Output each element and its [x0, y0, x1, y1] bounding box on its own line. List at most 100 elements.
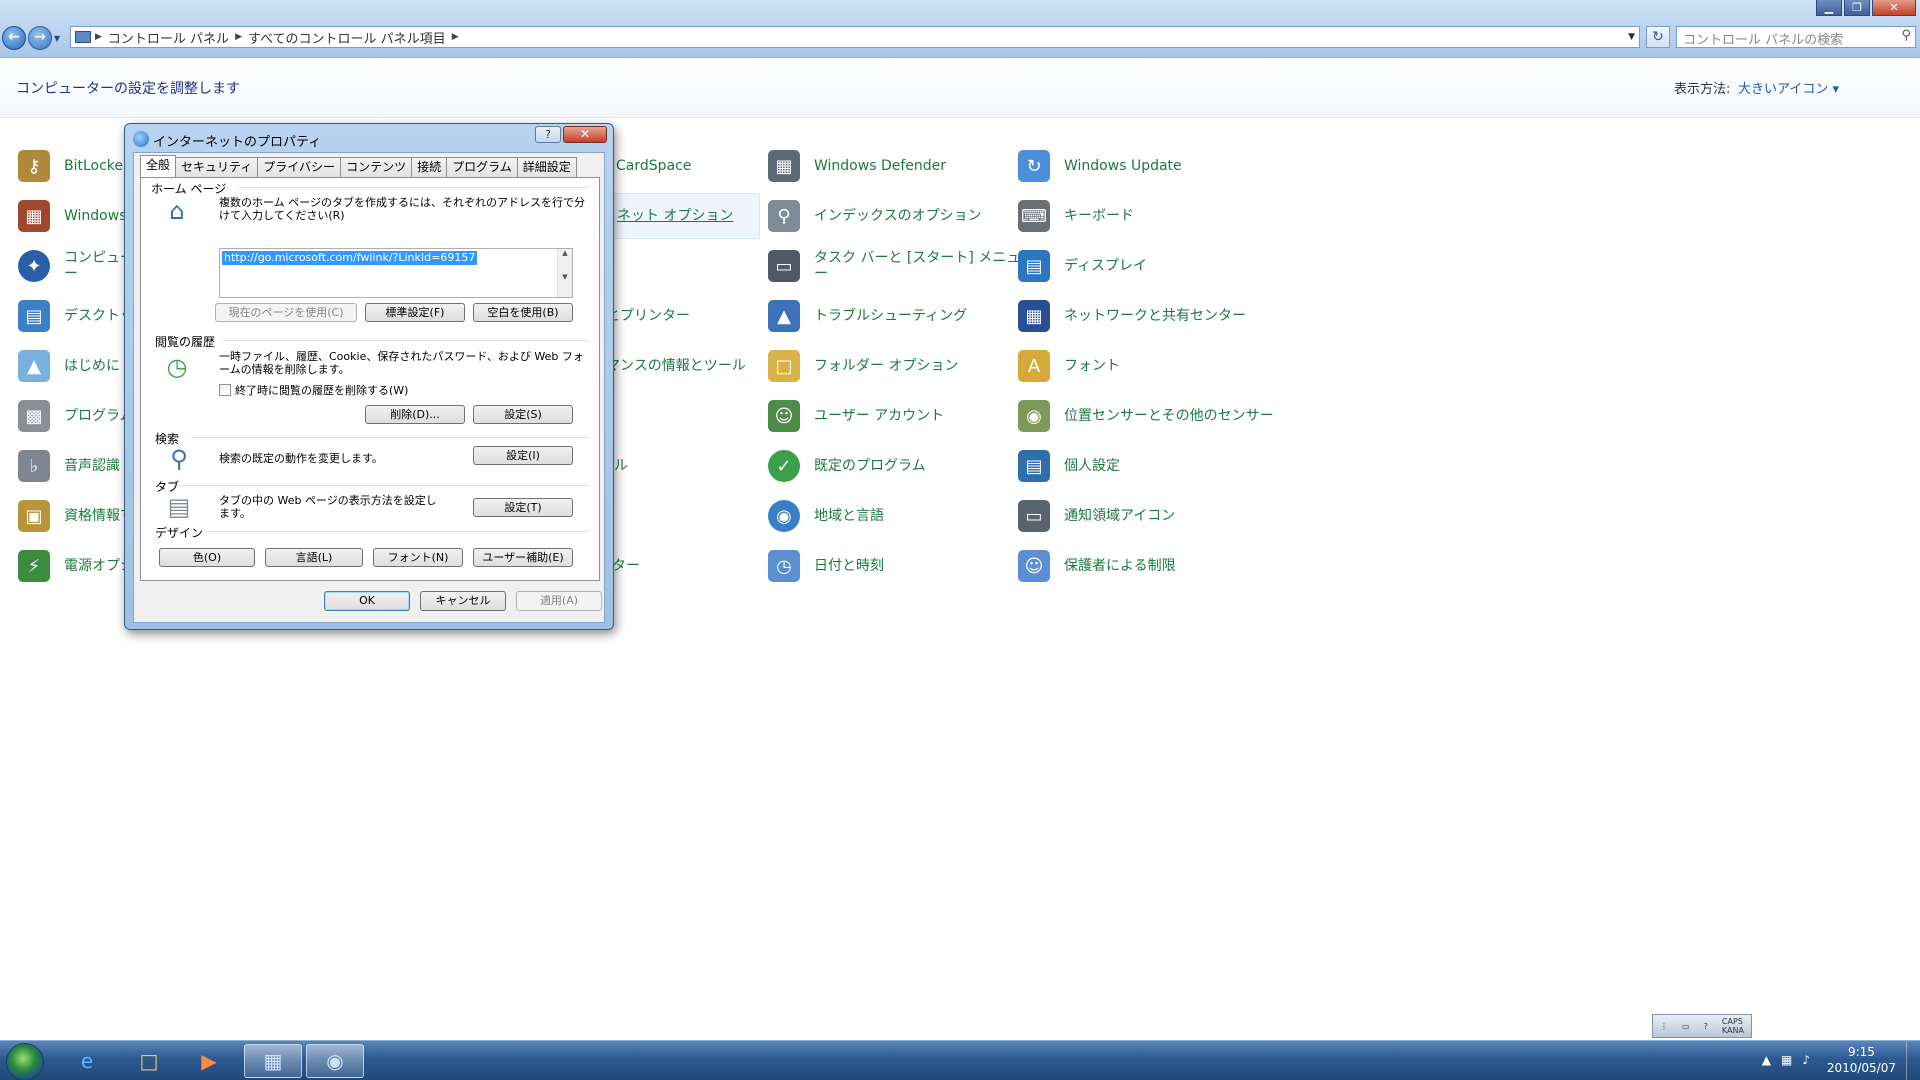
clock[interactable]: 9:15 2010/05/07 — [1827, 1044, 1896, 1076]
item-partial-ru[interactable]: ル — [614, 448, 628, 484]
breadcrumb-all-items[interactable]: すべてのコントロール パネル項目 — [248, 28, 446, 47]
internet-properties-task-icon[interactable]: ◉ — [306, 1044, 364, 1078]
item-programs[interactable]: ▩ プログラム — [18, 398, 134, 434]
item-partial-ta[interactable]: ター — [612, 548, 640, 584]
search-input[interactable]: コントロール パネルの検索 ⚲ — [1676, 26, 1916, 48]
control-panel-task-icon[interactable]: ▦ — [244, 1044, 302, 1078]
help-icon[interactable]: ? — [1704, 1022, 1708, 1031]
tab-advanced[interactable]: 詳細設定 — [516, 157, 577, 177]
ime-mode-icon[interactable]: ▭ — [1682, 1022, 1690, 1031]
breadcrumb-separator-icon[interactable]: ▶ — [452, 32, 459, 42]
breadcrumb-separator-icon[interactable]: ▶ — [95, 32, 102, 42]
cancel-button[interactable]: キャンセル — [420, 591, 506, 611]
breadcrumb-separator-icon[interactable]: ▶ — [235, 32, 242, 42]
item-folder-options[interactable]: □ フォルダー オプション — [768, 348, 958, 384]
volume-icon[interactable]: ♪ — [1802, 1053, 1810, 1067]
delete-history-button[interactable]: 削除(D)... — [365, 405, 465, 424]
tab-programs[interactable]: プログラム — [446, 157, 518, 177]
fonts-button[interactable]: フォント(N) — [373, 548, 463, 567]
history-clock-icon: ◷ — [166, 353, 188, 381]
tab-security[interactable]: セキュリティ — [175, 157, 259, 177]
item-getting-started[interactable]: ▲ はじめに — [18, 348, 120, 384]
show-desktop-button[interactable] — [1906, 1041, 1920, 1080]
internet-explorer-icon[interactable]: e — [58, 1044, 116, 1078]
show-hidden-icons-icon[interactable]: ▲ — [1762, 1053, 1771, 1067]
languages-button[interactable]: 言語(L) — [265, 548, 363, 567]
item-keyboard[interactable]: ⌨ キーボード — [1018, 198, 1134, 234]
dialog-close-button[interactable]: ✕ — [563, 126, 607, 143]
search-icon[interactable]: ⚲ — [1901, 28, 1911, 43]
item-internet-options[interactable]: ネット オプション — [600, 193, 760, 239]
address-bar[interactable]: ▶ コントロール パネル ▶ すべてのコントロール パネル項目 ▶ ▼ — [70, 26, 1640, 48]
item-action-center[interactable]: ✦ コンピュー ー — [18, 248, 134, 284]
recent-pages-chevron-icon[interactable]: ▼ — [54, 34, 60, 43]
tab-general[interactable]: 全般 — [140, 155, 177, 177]
item-label: BitLocker — [64, 158, 129, 174]
item-user-accounts[interactable]: ☺ ユーザー アカウント — [768, 398, 944, 434]
tab-content[interactable]: コンテンツ — [340, 157, 413, 177]
start-button[interactable] — [6, 1043, 44, 1080]
item-network-sharing-center[interactable]: ▦ ネットワークと共有センター — [1018, 298, 1246, 334]
apply-button[interactable]: 適用(A) — [516, 591, 602, 611]
item-windows-update[interactable]: ↻ Windows Update — [1018, 148, 1182, 184]
history-settings-button[interactable]: 設定(S) — [473, 405, 573, 424]
item-fonts[interactable]: A フォント — [1018, 348, 1120, 384]
item-default-programs[interactable]: ✓ 既定のプログラム — [768, 448, 926, 484]
item-devices-printers[interactable]: とプリンター — [606, 298, 690, 334]
maximize-button[interactable]: ❐ — [1844, 0, 1870, 16]
explorer-folder-icon[interactable]: □ — [120, 1044, 178, 1078]
tabs-settings-button[interactable]: 設定(T) — [473, 498, 573, 517]
item-bitlocker[interactable]: ⚷ BitLocker — [18, 148, 129, 184]
delete-on-exit-checkbox[interactable] — [219, 384, 231, 396]
item-parental-controls[interactable]: ☺ 保護者による制限 — [1018, 548, 1176, 584]
item-display[interactable]: ▤ ディスプレイ — [1018, 248, 1147, 284]
item-indexing-options[interactable]: ⚲ インデックスのオプション — [768, 198, 982, 234]
close-button[interactable]: ✕ — [1872, 0, 1916, 16]
item-troubleshooting[interactable]: ▲ トラブルシューティング — [768, 298, 967, 334]
tab-privacy[interactable]: プライバシー — [257, 157, 342, 177]
item-label: 地域と言語 — [814, 508, 884, 524]
ok-button[interactable]: OK — [324, 591, 410, 611]
use-current-button[interactable]: 現在のページを使用(C) — [215, 303, 357, 322]
home-page-url-field[interactable]: http://go.microsoft.com/fwlink/?LinkId=6… — [219, 248, 573, 298]
refresh-button[interactable]: ↻ — [1646, 26, 1670, 48]
item-credential-manager[interactable]: ▣ 資格情報マ — [18, 498, 134, 534]
taskbar-icon: ▭ — [768, 250, 800, 282]
page-title: コンピューターの設定を調整します — [16, 81, 240, 97]
url-scrollbar[interactable]: ▲ ▼ — [557, 249, 572, 297]
use-default-button[interactable]: 標準設定(F) — [365, 303, 465, 322]
search-settings-button[interactable]: 設定(I) — [473, 446, 573, 465]
item-personalization[interactable]: ▤ 個人設定 — [1018, 448, 1120, 484]
use-blank-button[interactable]: 空白を使用(B) — [473, 303, 573, 322]
help-button[interactable]: ? — [535, 126, 561, 143]
item-region-language[interactable]: ◉ 地域と言語 — [768, 498, 884, 534]
minimize-button[interactable]: ▁ — [1816, 0, 1842, 16]
power-icon: ⚡ — [18, 550, 50, 582]
item-date-time[interactable]: ◷ 日付と時刻 — [768, 548, 884, 584]
window-controls: ▁ ❐ ✕ — [1816, 0, 1916, 16]
desktop-icon: ▤ — [18, 300, 50, 332]
colors-button[interactable]: 色(O) — [159, 548, 255, 567]
mic-icon: ♭ — [18, 450, 50, 482]
item-location-sensors[interactable]: ◉ 位置センサーとその他のセンサー — [1018, 398, 1274, 434]
accessibility-button[interactable]: ユーザー補助(E) — [473, 548, 573, 567]
network-tray-icon[interactable]: ▦ — [1781, 1053, 1792, 1067]
tab-connections[interactable]: 接続 — [411, 157, 448, 177]
item-speech-recognition[interactable]: ♭ 音声認識 — [18, 448, 120, 484]
back-button[interactable]: ← — [2, 26, 26, 50]
item-label: マンスの情報とツール — [606, 358, 746, 374]
view-by-dropdown[interactable]: 大きいアイコン ▾ — [1738, 78, 1839, 97]
display-icon: ▤ — [1018, 250, 1050, 282]
item-notification-area-icons[interactable]: ▭ 通知領域アイコン — [1018, 498, 1175, 534]
item-windows-defender[interactable]: ▦ Windows Defender — [768, 148, 946, 184]
language-bar[interactable]: ⋮ ▭ ? CAPS KANA — [1652, 1014, 1752, 1038]
breadcrumb-control-panel[interactable]: コントロール パネル — [108, 28, 229, 47]
item-taskbar-start-menu[interactable]: ▭ タスク バーと [スタート] メニュ ー — [768, 248, 1020, 284]
item-cardspace[interactable]: CardSpace — [616, 148, 691, 184]
forward-button[interactable]: → — [28, 26, 52, 50]
item-power-options[interactable]: ⚡ 電源オプシ — [18, 548, 134, 584]
media-player-icon[interactable]: ▶ — [180, 1044, 238, 1078]
item-performance[interactable]: マンスの情報とツール — [606, 348, 746, 384]
key-icon: ⚷ — [18, 150, 50, 182]
address-dropdown-icon[interactable]: ▼ — [1628, 32, 1635, 42]
